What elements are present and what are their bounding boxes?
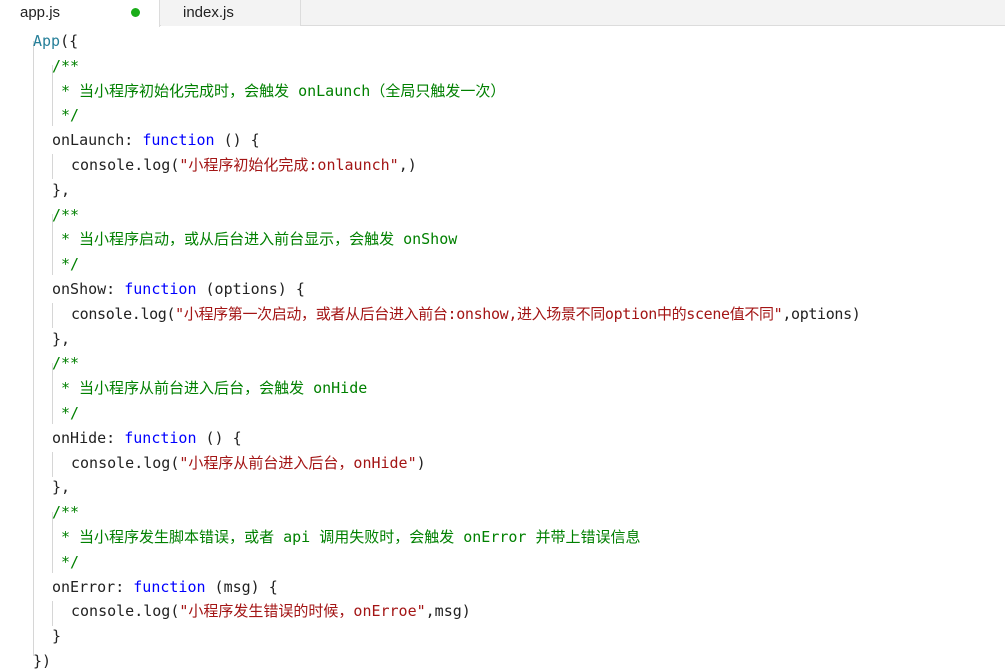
editor-tab-bar: app.js index.js xyxy=(0,0,1005,27)
code-comment-line: * 当小程序从前台进入后台，会触发 onHide xyxy=(61,379,368,398)
code-token: ) xyxy=(416,453,426,472)
code-token: console.log( xyxy=(71,156,180,174)
code-comment-line: */ xyxy=(61,404,80,422)
code-string: "小程序初始化完成:onlaunch" xyxy=(179,156,399,174)
code-comment-line: /** xyxy=(52,205,80,224)
code-line: }, xyxy=(52,329,71,348)
code-string: "小程序发生错误的时候，onErroe" xyxy=(179,602,426,621)
code-token: ,) xyxy=(398,156,417,174)
code-token: ,msg) xyxy=(425,602,471,621)
code-line: onLaunch: function () { xyxy=(0,128,260,153)
code-comment-line: * 当小程序初始化完成时，会触发 onLaunch（全局只触发一次） xyxy=(61,81,506,100)
tab-index-js[interactable]: index.js xyxy=(161,0,301,26)
code-line: console.log("小程序第一次启动，或者从后台进入前台:onshow,进… xyxy=(0,302,861,327)
code-line: console.log("小程序初始化完成:onlaunch",) xyxy=(0,153,417,178)
code-token: ({ xyxy=(60,32,79,50)
code-comment-line: */ xyxy=(61,255,80,274)
code-token: (msg) { xyxy=(205,577,278,596)
code-keyword: function xyxy=(142,131,215,150)
unsaved-changes-dot-icon xyxy=(131,8,140,17)
code-comment-line: /** xyxy=(52,56,80,75)
code-token: ,options) xyxy=(782,304,861,323)
code-line: onError: function (msg) { xyxy=(0,575,278,600)
code-line: App({ xyxy=(0,29,78,54)
code-string: "小程序第一次启动，或者从后台进入前台:onshow,进入场景不同option中… xyxy=(175,304,783,323)
code-comment-line: * 当小程序发生脚本错误，或者 api 调用失败时，会触发 onError 并带… xyxy=(61,528,641,546)
code-token: (options) { xyxy=(196,280,305,298)
code-comment-line: /** xyxy=(52,503,80,522)
code-line: }) xyxy=(33,652,52,670)
code-editor[interactable]: App({ /** * 当小程序初始化完成时，会触发 onLaunch（全局只触… xyxy=(0,27,1005,670)
code-token: console.log( xyxy=(71,304,176,323)
code-comment-line: */ xyxy=(61,106,80,125)
code-comment-line: */ xyxy=(61,552,80,571)
tab-label: app.js xyxy=(20,4,61,21)
code-line: onShow: function (options) { xyxy=(0,277,305,302)
code-line: onHide: function () { xyxy=(0,426,242,451)
code-keyword: function xyxy=(133,577,206,596)
code-token: () { xyxy=(214,131,260,150)
code-line: }, xyxy=(52,180,71,199)
code-line: }, xyxy=(52,478,71,497)
code-line: } xyxy=(52,627,62,646)
code-token: onLaunch: xyxy=(52,131,143,150)
code-token: onShow: xyxy=(52,280,125,298)
code-keyword: function xyxy=(124,280,197,298)
code-comment-line: * 当小程序启动，或从后台进入前台显示，会触发 onShow xyxy=(61,230,458,249)
tab-app-js[interactable]: app.js xyxy=(0,0,160,27)
code-token: onError: xyxy=(52,577,134,596)
code-line: console.log("小程序发生错误的时候，onErroe",msg) xyxy=(0,599,471,624)
code-token: App xyxy=(33,32,61,50)
code-comment-line: /** xyxy=(52,354,80,373)
code-keyword: function xyxy=(124,428,197,447)
code-token: () { xyxy=(196,428,242,447)
code-token: console.log( xyxy=(71,453,180,472)
code-token: onHide: xyxy=(52,428,125,447)
tab-label: index.js xyxy=(183,4,234,21)
code-token: console.log( xyxy=(71,602,180,621)
code-line: console.log("小程序从前台进入后台，onHide") xyxy=(0,451,426,476)
code-string: "小程序从前台进入后台，onHide" xyxy=(179,453,417,472)
